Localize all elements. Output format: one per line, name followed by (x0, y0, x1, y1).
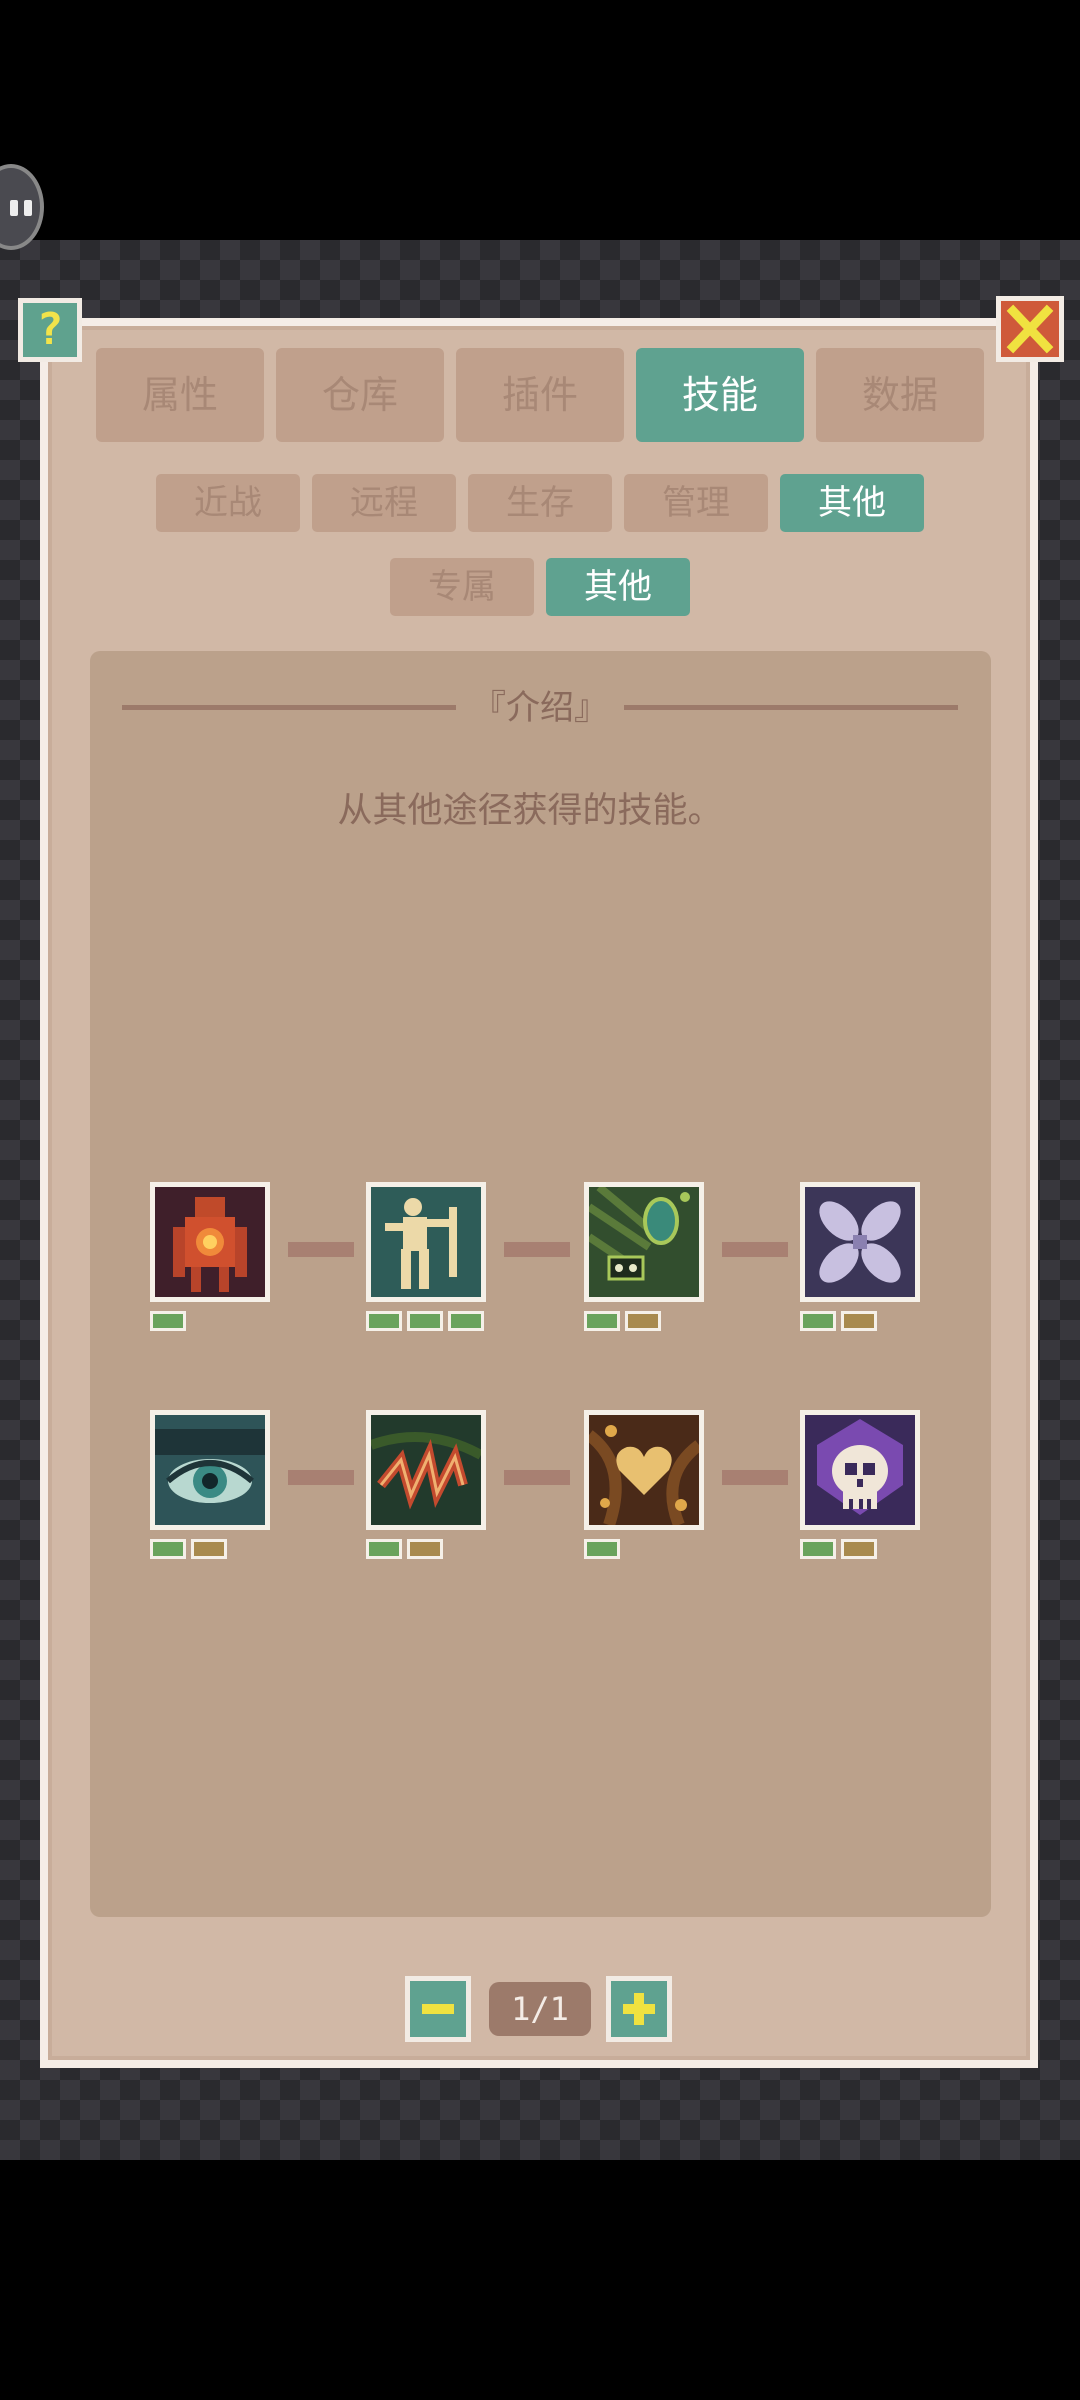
level-pip-green (407, 1311, 443, 1331)
cream-warrior-figure-icon (371, 1187, 481, 1297)
prev-page-button[interactable] (405, 1976, 471, 2042)
category-ranged[interactable]: 远程 (312, 474, 456, 532)
purple-propeller-icon (805, 1187, 915, 1297)
skill-5-levels (150, 1539, 227, 1559)
page-indicator: 1/1 (489, 1982, 591, 2036)
teal-eye-icon (155, 1415, 265, 1525)
divider-left (122, 705, 456, 710)
skill-connector (722, 1242, 788, 1257)
level-pip-green (800, 1539, 836, 1559)
purple-skull-icon (805, 1415, 915, 1525)
skill-slot-2[interactable] (366, 1182, 486, 1302)
skill-7-levels (584, 1539, 620, 1559)
next-page-button[interactable] (606, 1976, 672, 2042)
skill-connector (288, 1470, 354, 1485)
skill-3-levels (584, 1311, 661, 1331)
level-pip-green (448, 1311, 484, 1331)
level-pip-green (584, 1311, 620, 1331)
skill-slot-7[interactable] (584, 1410, 704, 1530)
skill-slot-1[interactable] (150, 1182, 270, 1302)
red-core-figure-icon (155, 1187, 265, 1297)
red-slash-claw-icon (371, 1415, 481, 1525)
skill-slot-6[interactable] (366, 1410, 486, 1530)
tab-attributes[interactable]: 属性 (96, 348, 264, 442)
level-pip-bronze (625, 1311, 661, 1331)
intro-title: 『介绍』 (472, 688, 608, 728)
level-pip-green (366, 1311, 402, 1331)
skill-connector (288, 1242, 354, 1257)
skill-2-levels (366, 1311, 484, 1331)
level-pip-bronze (841, 1311, 877, 1331)
help-button[interactable]: ? (18, 298, 82, 362)
floating-assist-button[interactable] (0, 164, 44, 250)
subtab-other[interactable]: 其他 (546, 558, 690, 616)
level-pip-bronze (841, 1539, 877, 1559)
question-mark-icon: ? (36, 304, 64, 355)
level-pip-bronze (191, 1539, 227, 1559)
tab-skills[interactable]: 技能 (636, 348, 804, 442)
category-melee[interactable]: 近战 (156, 474, 300, 532)
skill-connector (504, 1470, 570, 1485)
skill-4-levels (800, 1311, 877, 1331)
intro-description: 从其他途径获得的技能。 (337, 791, 723, 831)
golden-heart-icon (589, 1415, 699, 1525)
skill-connector (722, 1470, 788, 1485)
divider-right (624, 705, 958, 710)
tab-data[interactable]: 数据 (816, 348, 984, 442)
tab-warehouse[interactable]: 仓库 (276, 348, 444, 442)
subtab-exclusive[interactable]: 专属 (390, 558, 534, 616)
skill-slot-3[interactable] (584, 1182, 704, 1302)
skill-slot-5[interactable] (150, 1410, 270, 1530)
level-pip-green (800, 1311, 836, 1331)
level-pip-green (150, 1311, 186, 1331)
close-x-icon (1006, 304, 1054, 354)
minus-icon (422, 2004, 454, 2014)
level-pip-green (584, 1539, 620, 1559)
skill-1-levels (150, 1311, 186, 1331)
close-button[interactable] (996, 296, 1064, 362)
level-pip-green (150, 1539, 186, 1559)
skill-slot-4[interactable] (800, 1182, 920, 1302)
green-chain-amulet-icon (589, 1187, 699, 1297)
skill-6-levels (366, 1539, 443, 1559)
category-other[interactable]: 其他 (780, 474, 924, 532)
level-pip-bronze (407, 1539, 443, 1559)
category-management[interactable]: 管理 (624, 474, 768, 532)
level-pip-green (366, 1539, 402, 1559)
skill-connector (504, 1242, 570, 1257)
category-survival[interactable]: 生存 (468, 474, 612, 532)
skill-slot-8[interactable] (800, 1410, 920, 1530)
skill-8-levels (800, 1539, 877, 1559)
tab-plugins[interactable]: 插件 (456, 348, 624, 442)
